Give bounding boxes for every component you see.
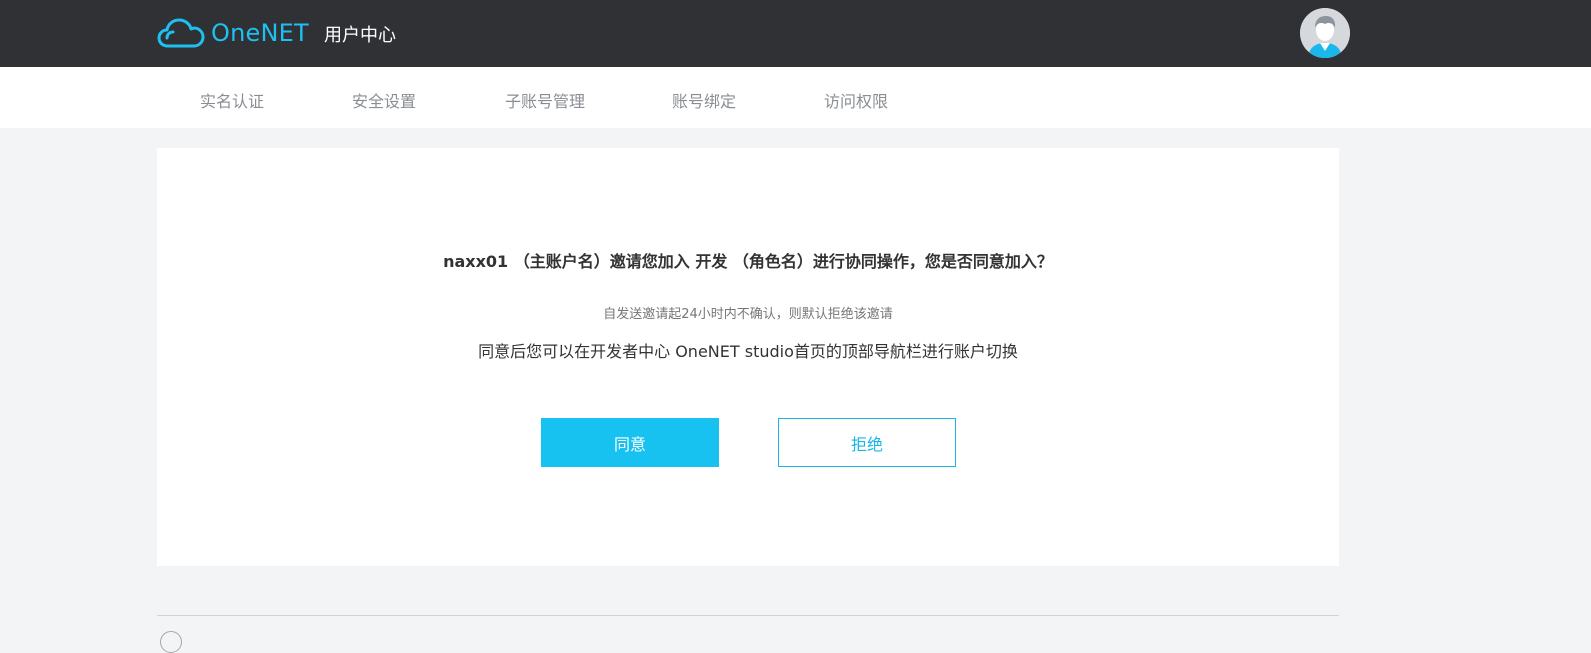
circle-icon: [160, 631, 182, 653]
user-avatar-icon[interactable]: [1300, 8, 1350, 58]
nav-tab-access-permissions[interactable]: 访问权限: [824, 88, 888, 112]
invitation-question: naxx01 （主账户名）邀请您加入 开发 （角色名）进行协同操作，您是否同意加…: [443, 252, 1053, 271]
page-title: 用户中心: [324, 25, 396, 46]
nav-tab-sub-accounts[interactable]: 子账号管理: [505, 88, 585, 112]
switch-account-description: 同意后您可以在开发者中心 OneNET studio首页的顶部导航栏进行账户切换: [478, 342, 1018, 361]
reject-button[interactable]: 拒绝: [778, 418, 956, 467]
top-bar: OneNET 用户中心: [0, 0, 1591, 67]
nav-tab-security[interactable]: 安全设置: [352, 88, 416, 112]
agree-button[interactable]: 同意: [541, 418, 719, 467]
nav-tab-account-binding[interactable]: 账号绑定: [672, 88, 736, 112]
onenet-logo[interactable]: OneNET: [157, 16, 309, 50]
footer-divider: [157, 615, 1339, 616]
cloud-icon: [157, 18, 205, 48]
nav-tab-real-name[interactable]: 实名认证: [200, 88, 264, 112]
logo-text: OneNET: [211, 19, 309, 47]
expiry-hint: 自发送邀请起24小时内不确认，则默认拒绝该邀请: [603, 307, 893, 322]
invitation-card: naxx01 （主账户名）邀请您加入 开发 （角色名）进行协同操作，您是否同意加…: [157, 148, 1339, 566]
sub-navigation: 实名认证 安全设置 子账号管理 账号绑定 访问权限: [0, 67, 1591, 128]
